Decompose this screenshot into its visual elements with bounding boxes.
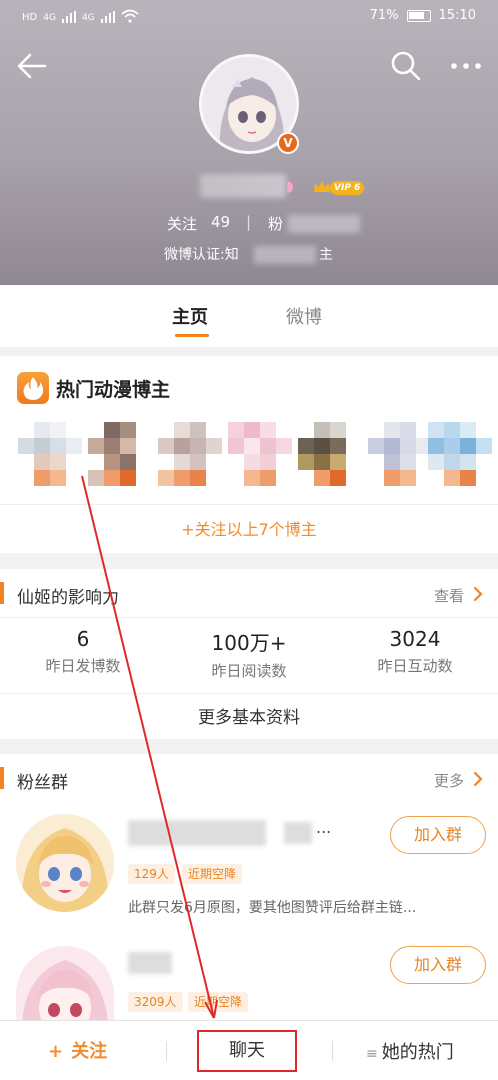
group-description: 此群只发6月原图，要其他图赞评后给群主链... bbox=[128, 900, 417, 916]
fans-label[interactable]: 粉 bbox=[268, 213, 283, 234]
stats-divider: | bbox=[246, 213, 252, 231]
blogger-avatar-5[interactable] bbox=[298, 422, 362, 488]
battery-icon bbox=[406, 9, 431, 22]
stat-interactions-yesterday[interactable]: 3024 昨日互动数 bbox=[332, 627, 498, 676]
stat-reads-yesterday[interactable]: 100万+ 昨日阅读数 bbox=[166, 627, 332, 681]
group-avatar bbox=[16, 814, 114, 912]
stat-value: 3024 bbox=[389, 627, 441, 651]
fan-groups-title: 粉丝群 bbox=[17, 773, 68, 793]
vip-badge[interactable]: VIP 6 bbox=[330, 181, 365, 195]
hot-bloggers-title: 热门动漫博主 bbox=[56, 379, 171, 401]
following-count[interactable]: 49 bbox=[211, 213, 230, 231]
fan-groups-more-link[interactable]: 更多 bbox=[434, 770, 464, 791]
hot-bloggers-card: 热门动漫博主 +关注以上7个博主 bbox=[0, 356, 498, 553]
list-icon: ≡ bbox=[366, 1046, 378, 1062]
chat-button[interactable]: 聊天 bbox=[197, 1030, 297, 1072]
fan-groups-card: 粉丝群 更多 ... 129人 近期空降 此群只发6月原图，要其他图赞评后给群主… bbox=[0, 754, 498, 1036]
fans-count-redacted bbox=[288, 215, 360, 233]
profile-tabs: 主页 微博 bbox=[0, 285, 498, 347]
her-hot-label: 她的热门 bbox=[381, 1042, 454, 1063]
signal-icon-2 bbox=[100, 11, 115, 23]
stat-label: 昨日互动数 bbox=[377, 657, 453, 675]
bottom-action-bar: + 关注 聊天 ≡ 她的热门 bbox=[0, 1020, 498, 1080]
blogger-avatar-1[interactable] bbox=[18, 422, 82, 488]
stat-value: 100万+ bbox=[211, 631, 287, 655]
join-group-button[interactable]: 加入群 bbox=[390, 946, 486, 984]
stat-label: 昨日发博数 bbox=[45, 657, 121, 675]
group-name-ellipsis: ... bbox=[316, 818, 332, 837]
stat-posts-yesterday[interactable]: 6 昨日发博数 bbox=[0, 627, 166, 676]
verify-prefix: 微博认证:知 bbox=[164, 247, 239, 263]
group-name-redacted bbox=[284, 822, 312, 844]
blogger-avatars-row[interactable] bbox=[18, 422, 492, 488]
member-mark-icon: ◗ bbox=[286, 177, 294, 195]
tab-home[interactable]: 主页 bbox=[172, 303, 208, 329]
verified-badge-icon: V bbox=[277, 132, 299, 154]
follow-all-bloggers-button[interactable]: +关注以上7个博主 bbox=[0, 516, 498, 540]
recent-tag: 近期空降 bbox=[188, 992, 249, 1012]
section-accent-bar bbox=[0, 582, 4, 604]
tab-weibo[interactable]: 微博 bbox=[286, 303, 322, 329]
blogger-avatar-7[interactable] bbox=[428, 422, 492, 488]
influence-title: 仙姬的影响力 bbox=[17, 588, 119, 608]
bar-divider bbox=[332, 1041, 333, 1061]
blogger-avatar-6[interactable] bbox=[368, 422, 432, 488]
card-divider bbox=[0, 504, 498, 505]
recent-tag: 近期空降 bbox=[182, 864, 243, 884]
status-bar: HD 4G 4G 71% 15:10 bbox=[0, 0, 498, 34]
clock: 15:10 bbox=[438, 8, 476, 23]
chevron-right-icon[interactable] bbox=[472, 585, 484, 603]
join-group-button[interactable]: 加入群 bbox=[390, 816, 486, 854]
blogger-avatar-2[interactable] bbox=[88, 422, 152, 488]
blogger-avatar-4[interactable] bbox=[228, 422, 292, 488]
follow-stats: 关注 49 | 粉 bbox=[0, 213, 498, 235]
member-count-tag: 3209人 bbox=[128, 992, 183, 1012]
section-accent-bar bbox=[0, 767, 4, 789]
bar-divider bbox=[166, 1041, 167, 1061]
plus-icon: + bbox=[48, 1041, 64, 1062]
group-name-redacted bbox=[128, 952, 172, 974]
card-divider bbox=[0, 693, 498, 694]
verify-redacted bbox=[254, 246, 316, 264]
member-count-tag: 129人 bbox=[128, 864, 175, 884]
hd-icon: HD bbox=[22, 12, 38, 23]
battery-percent: 71% bbox=[369, 8, 399, 23]
back-arrow-icon[interactable] bbox=[14, 48, 50, 84]
network-type-1: 4G bbox=[43, 13, 56, 23]
fan-group-item[interactable]: ... 129人 近期空降 此群只发6月原图，要其他图赞评后给群主链... 加入… bbox=[0, 812, 498, 932]
active-tab-indicator bbox=[175, 334, 209, 337]
username-redacted bbox=[200, 174, 286, 198]
profile-page: HD 4G 4G 71% 15:10 V ◗ VIP 6 关注 49 | 粉 微… bbox=[0, 0, 498, 1080]
network-type-2: 4G bbox=[81, 13, 95, 23]
signal-icon bbox=[61, 11, 76, 23]
card-divider bbox=[0, 617, 498, 618]
profile-header: HD 4G 4G 71% 15:10 V ◗ VIP 6 关注 49 | 粉 微… bbox=[0, 0, 498, 285]
influence-view-link[interactable]: 查看 bbox=[434, 585, 464, 606]
search-icon[interactable] bbox=[388, 48, 424, 84]
follow-button[interactable]: + 关注 bbox=[48, 1037, 107, 1063]
verification-line: 微博认证:知 主 bbox=[0, 244, 498, 266]
crown-icon bbox=[314, 181, 330, 192]
blogger-avatar-3[interactable] bbox=[158, 422, 222, 488]
stat-label: 昨日阅读数 bbox=[211, 662, 287, 680]
chevron-right-icon[interactable] bbox=[472, 770, 484, 788]
more-profile-info-button[interactable]: 更多基本资料 bbox=[0, 703, 498, 728]
verify-suffix: 主 bbox=[319, 247, 333, 263]
profile-avatar[interactable]: V bbox=[199, 54, 299, 154]
group-name-redacted bbox=[128, 820, 266, 846]
flame-icon bbox=[17, 372, 49, 404]
follow-label: 关注 bbox=[71, 1041, 108, 1062]
her-hot-button[interactable]: ≡ 她的热门 bbox=[366, 1038, 454, 1064]
following-label[interactable]: 关注 bbox=[167, 213, 197, 234]
stat-value: 6 bbox=[76, 627, 90, 651]
wifi-icon bbox=[121, 9, 139, 23]
more-icon[interactable] bbox=[446, 48, 486, 84]
influence-card: 仙姬的影响力 查看 6 昨日发博数 100万+ 昨日阅读数 3024 昨日互动数… bbox=[0, 569, 498, 739]
